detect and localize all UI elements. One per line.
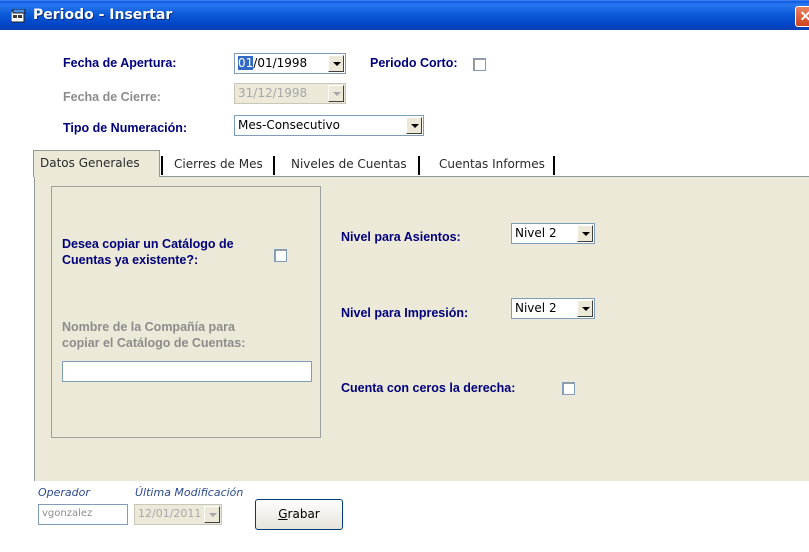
tipo-numeracion-value: Mes-Consecutivo: [238, 118, 340, 132]
copiar-catalogo-group: [51, 186, 321, 438]
tab-datos-generales[interactable]: Datos Generales: [33, 150, 160, 177]
copiar-catalogo-checkbox[interactable]: [274, 249, 287, 262]
close-button[interactable]: ✕: [795, 6, 809, 27]
ultima-modificacion-label: Última Modificación: [135, 486, 244, 499]
periodo-corto-checkbox[interactable]: [473, 58, 486, 71]
ceros-derecha-checkbox[interactable]: [562, 382, 575, 395]
chevron-down-icon[interactable]: [328, 85, 344, 102]
nombre-compania-label-line1: Nombre de la Compañía para: [62, 320, 235, 334]
grabar-accelerator: G: [278, 507, 288, 521]
grabar-label: rabar: [287, 507, 320, 521]
window-title: Periodo - Insertar: [33, 7, 173, 23]
nombre-compania-input[interactable]: [62, 361, 312, 382]
nivel-asientos-value: Nivel 2: [515, 226, 557, 240]
fecha-apertura-day-selected: 01: [238, 56, 254, 70]
ceros-derecha-label: Cuenta con ceros la derecha:: [341, 381, 516, 395]
tab-label: Cierres de Mes: [174, 157, 263, 171]
copiar-catalogo-label-line2: Cuentas ya existente?:: [62, 253, 199, 267]
tab-divider: [418, 156, 420, 175]
tab-divider: [161, 156, 163, 175]
tab-divider: [553, 156, 555, 175]
nivel-impresion-select[interactable]: Nivel 2: [511, 298, 595, 319]
fecha-cierre-value: 31/12/1998: [238, 86, 308, 100]
fecha-apertura-label: Fecha de Apertura:: [63, 56, 177, 70]
ultima-modificacion-value: 12/01/2011: [138, 507, 202, 520]
fecha-apertura-rest: /01/1998: [253, 56, 308, 70]
tipo-numeracion-select[interactable]: Mes-Consecutivo: [234, 115, 424, 136]
chevron-down-icon: [204, 506, 220, 523]
nombre-compania-label-line2: copiar el Catálogo de Cuentas:: [62, 336, 246, 350]
operador-label: Operador: [38, 486, 90, 499]
periodo-corto-label: Periodo Corto:: [370, 56, 458, 70]
nivel-impresion-label: Nivel para Impresión:: [341, 306, 469, 320]
operador-value: vgonzalez: [42, 508, 93, 519]
chevron-down-icon[interactable]: [406, 117, 422, 134]
tab-cierres-de-mes[interactable]: Cierres de Mes: [164, 152, 272, 177]
close-icon: ✕: [799, 8, 809, 24]
operador-field: vgonzalez: [38, 504, 128, 525]
tab-divider: [273, 156, 275, 175]
tab-label: Datos Generales: [40, 156, 140, 170]
chevron-down-icon[interactable]: [577, 225, 593, 242]
periodo-form: Fecha de Apertura: 01/01/1998 Periodo Co…: [0, 30, 809, 552]
datos-generales-panel: Desea copiar un Catálogo de Cuentas ya e…: [34, 176, 809, 481]
nivel-asientos-select[interactable]: Nivel 2: [511, 223, 595, 244]
ultima-modificacion-picker: 12/01/2011: [134, 504, 222, 525]
title-bar[interactable]: Periodo - Insertar ✕: [0, 0, 809, 30]
tab-label: Niveles de Cuentas: [291, 157, 407, 171]
copiar-catalogo-label-line1: Desea copiar un Catálogo de: [62, 237, 234, 251]
fecha-cierre-label: Fecha de Cierre:: [63, 90, 161, 104]
tab-niveles-de-cuentas[interactable]: Niveles de Cuentas: [277, 152, 413, 177]
nivel-asientos-label: Nivel para Asientos:: [341, 230, 461, 244]
nivel-impresion-value: Nivel 2: [515, 301, 557, 315]
tipo-numeracion-label: Tipo de Numeración:: [63, 121, 188, 135]
chevron-down-icon[interactable]: [328, 55, 344, 72]
tab-cuentas-informes[interactable]: Cuentas Informes: [422, 152, 552, 177]
fecha-cierre-picker[interactable]: 31/12/1998: [234, 83, 346, 104]
tab-label: Cuentas Informes: [439, 157, 545, 171]
grabar-button[interactable]: Grabar: [255, 499, 343, 530]
window-app-icon: [11, 9, 26, 23]
fecha-apertura-picker[interactable]: 01/01/1998: [234, 53, 346, 74]
chevron-down-icon[interactable]: [577, 300, 593, 317]
